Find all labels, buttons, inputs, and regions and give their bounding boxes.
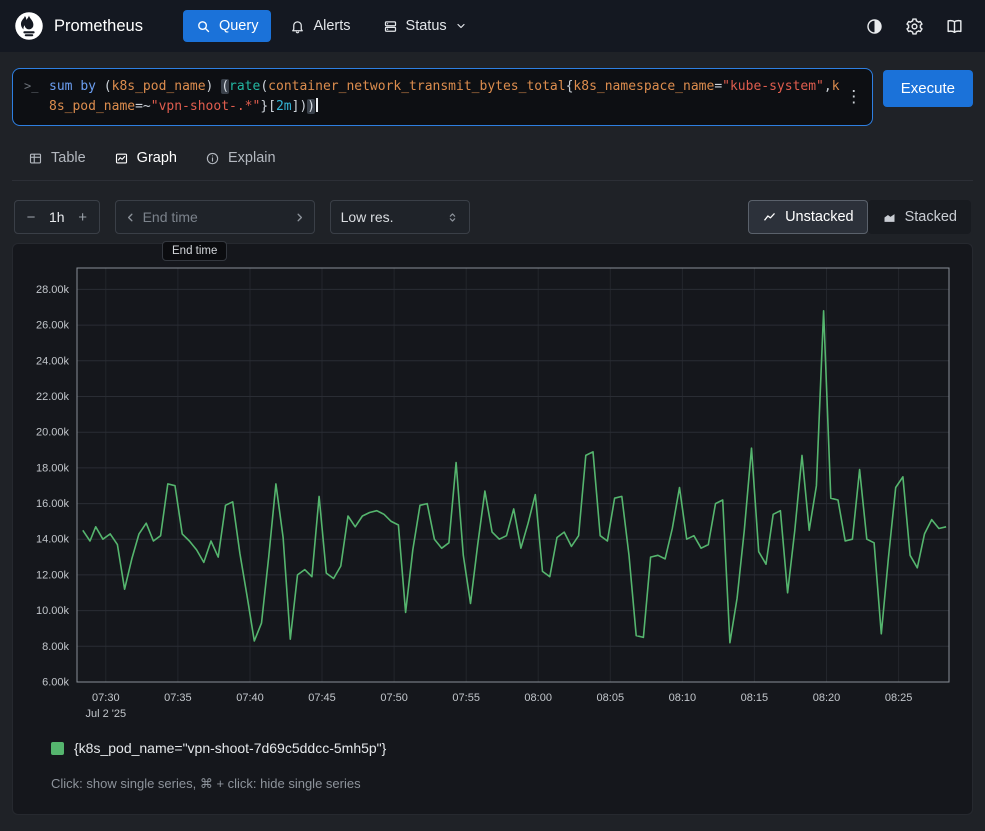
nav-alerts-button[interactable]: Alerts: [277, 10, 363, 42]
legend-item[interactable]: {k8s_pod_name="vpn-shoot-7d69c5ddcc-5mh5…: [51, 740, 958, 756]
end-time-input[interactable]: [143, 209, 287, 225]
svg-text:8.00k: 8.00k: [42, 641, 69, 653]
svg-text:08:05: 08:05: [597, 692, 625, 704]
tabs-divider: [12, 180, 973, 181]
svg-text:28.00k: 28.00k: [36, 284, 70, 296]
end-time-picker[interactable]: [115, 200, 315, 234]
graph-icon: [114, 151, 129, 166]
svg-text:07:50: 07:50: [380, 692, 408, 704]
svg-text:12.00k: 12.00k: [36, 570, 70, 582]
tab-explain[interactable]: Explain: [205, 146, 276, 170]
search-icon: [196, 19, 211, 34]
settings-button[interactable]: [897, 9, 931, 43]
svg-text:10.00k: 10.00k: [36, 605, 70, 617]
unstacked-button[interactable]: Unstacked: [748, 200, 868, 234]
svg-text:07:40: 07:40: [236, 692, 264, 704]
select-chevrons-icon: [446, 211, 459, 224]
svg-text:07:55: 07:55: [452, 692, 480, 704]
prometheus-logo: [14, 11, 44, 41]
stacked-button[interactable]: Stacked: [868, 200, 971, 234]
chevron-down-icon: [455, 20, 467, 32]
stacking-toggle: Unstacked Stacked: [748, 200, 971, 234]
query-expression-input[interactable]: >_ sum by (k8s_pod_name) (rate(container…: [12, 68, 873, 126]
end-time-tooltip: End time: [162, 241, 227, 261]
svg-text:08:15: 08:15: [741, 692, 769, 704]
query-row: >_ sum by (k8s_pod_name) (rate(container…: [12, 68, 973, 126]
tab-graph[interactable]: Graph: [114, 146, 177, 170]
book-icon: [945, 17, 964, 36]
range-increase-button[interactable]: +: [69, 201, 97, 233]
line-chart-icon: [762, 210, 777, 225]
range-value[interactable]: 1h: [45, 209, 69, 225]
svg-text:16.00k: 16.00k: [36, 498, 70, 510]
end-time-forward-button[interactable]: [293, 211, 306, 224]
svg-text:07:35: 07:35: [164, 692, 192, 704]
table-icon: [28, 151, 43, 166]
range-decrease-button[interactable]: −: [17, 201, 45, 233]
app-title: Prometheus: [54, 17, 143, 36]
svg-text:24.00k: 24.00k: [36, 356, 70, 368]
gear-icon: [905, 17, 924, 36]
tab-table[interactable]: Table: [28, 146, 86, 170]
svg-text:26.00k: 26.00k: [36, 320, 70, 332]
svg-text:22.00k: 22.00k: [36, 391, 70, 403]
bell-icon: [290, 19, 305, 34]
graph-panel: 6.00k 8.00k 10.00k 12.00k 14.00k 16.00k 18.00k…: [12, 243, 973, 815]
svg-text:14.00k: 14.00k: [36, 534, 70, 546]
range-stepper: − 1h +: [14, 200, 100, 234]
brand: Prometheus: [14, 11, 143, 41]
svg-text:Jul 2 '25: Jul 2 '25: [85, 708, 126, 720]
status-icon: [383, 19, 398, 34]
view-tabs: Table Graph Explain: [18, 146, 967, 170]
end-time-back-button[interactable]: [124, 211, 137, 224]
svg-text:20.00k: 20.00k: [36, 427, 70, 439]
theme-toggle-button[interactable]: [857, 9, 891, 43]
nav-status-menu[interactable]: Status: [370, 10, 480, 42]
query-expression-text[interactable]: sum by (k8s_pod_name) (rate(container_ne…: [49, 77, 842, 117]
time-series-chart[interactable]: 6.00k 8.00k 10.00k 12.00k 14.00k 16.00k 18.00k…: [27, 264, 958, 724]
resolution-select[interactable]: Low res.: [330, 200, 470, 234]
stacked-area-icon: [882, 210, 897, 225]
svg-text:07:30: 07:30: [92, 692, 120, 704]
graph-controls: − 1h + Low res.: [14, 200, 971, 234]
top-navbar: Prometheus Query Alerts Status: [0, 0, 985, 52]
docs-button[interactable]: [937, 9, 971, 43]
series-color-swatch: [51, 742, 64, 755]
svg-text:08:20: 08:20: [813, 692, 841, 704]
prompt-icon: >_: [24, 79, 38, 93]
svg-text:08:00: 08:00: [524, 692, 552, 704]
query-options-menu-button[interactable]: ⋮: [842, 83, 866, 111]
svg-text:07:45: 07:45: [308, 692, 336, 704]
resolution-value: Low res.: [341, 209, 394, 225]
nav-query-button[interactable]: Query: [183, 10, 272, 42]
svg-text:18.00k: 18.00k: [36, 463, 70, 475]
series-label: {k8s_pod_name="vpn-shoot-7d69c5ddcc-5mh5…: [74, 740, 386, 756]
execute-button[interactable]: Execute: [883, 70, 973, 107]
svg-text:08:25: 08:25: [885, 692, 913, 704]
legend-hint-text: Click: show single series, ⌘ + click: hi…: [51, 776, 958, 792]
main-content: >_ sum by (k8s_pod_name) (rate(container…: [0, 52, 985, 815]
info-icon: [205, 151, 220, 166]
svg-text:6.00k: 6.00k: [42, 677, 69, 689]
svg-text:08:10: 08:10: [669, 692, 697, 704]
contrast-icon: [865, 17, 884, 36]
